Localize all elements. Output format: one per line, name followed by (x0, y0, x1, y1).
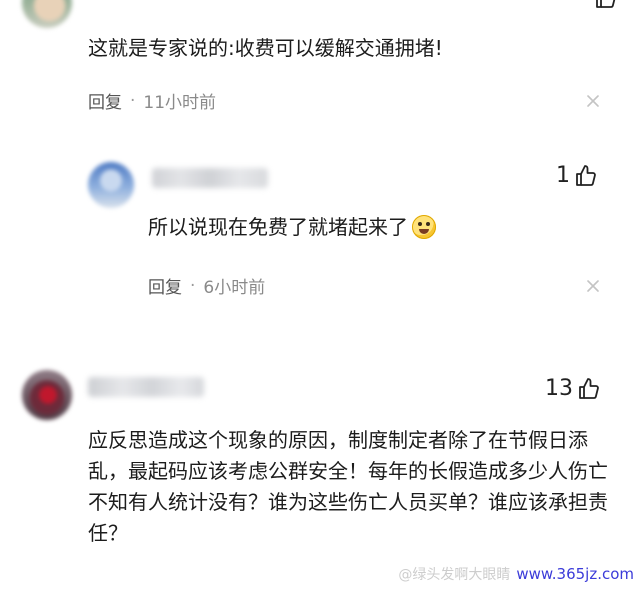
blurred-username (152, 168, 268, 188)
comment-meta: 回复 · 6小时前 (148, 273, 266, 299)
comment-timestamp: 6小时前 (203, 278, 266, 298)
like-button[interactable] (594, 0, 618, 10)
thumbs-up-icon (596, 0, 616, 8)
like-count: 1 (556, 163, 570, 188)
like-button[interactable]: 1 (556, 163, 598, 188)
reply-button[interactable]: 回复 (88, 88, 122, 113)
watermark: @绿头发啊大眼睛 www.365jz.com (398, 564, 634, 584)
watermark-source: @绿头发啊大眼睛 (398, 567, 511, 583)
comment-text: 这就是专家说的:收费可以缓解交通拥堵! (88, 36, 443, 60)
close-icon[interactable] (586, 279, 600, 293)
comment-text: 所以说现在免费了就堵起来了 (148, 212, 578, 242)
crying-laughing-face-icon (412, 215, 436, 239)
user-avatar[interactable] (22, 0, 72, 28)
close-icon[interactable] (586, 94, 600, 108)
watermark-url: www.365jz.com (516, 565, 634, 583)
comment-meta: 回复 · 11小时前 (88, 88, 217, 114)
reply-button[interactable]: 回复 (148, 273, 182, 298)
separator-dot: · (130, 90, 136, 111)
blurred-username (88, 377, 204, 397)
thumbs-up-icon (576, 164, 596, 186)
user-avatar[interactable] (22, 370, 72, 420)
separator-dot: · (190, 275, 196, 296)
comment-text: 应反思造成这个现象的原因，制度制定者除了在节假日添乱，最起码应该考虑公群安全！每… (88, 428, 608, 545)
comment-timestamp: 11小时前 (143, 93, 217, 113)
like-button[interactable]: 13 (545, 376, 601, 401)
thumbs-up-icon (579, 377, 599, 399)
like-count: 13 (545, 376, 573, 401)
user-avatar[interactable] (88, 162, 134, 208)
comment-body: 所以说现在免费了就堵起来了 (148, 215, 408, 239)
